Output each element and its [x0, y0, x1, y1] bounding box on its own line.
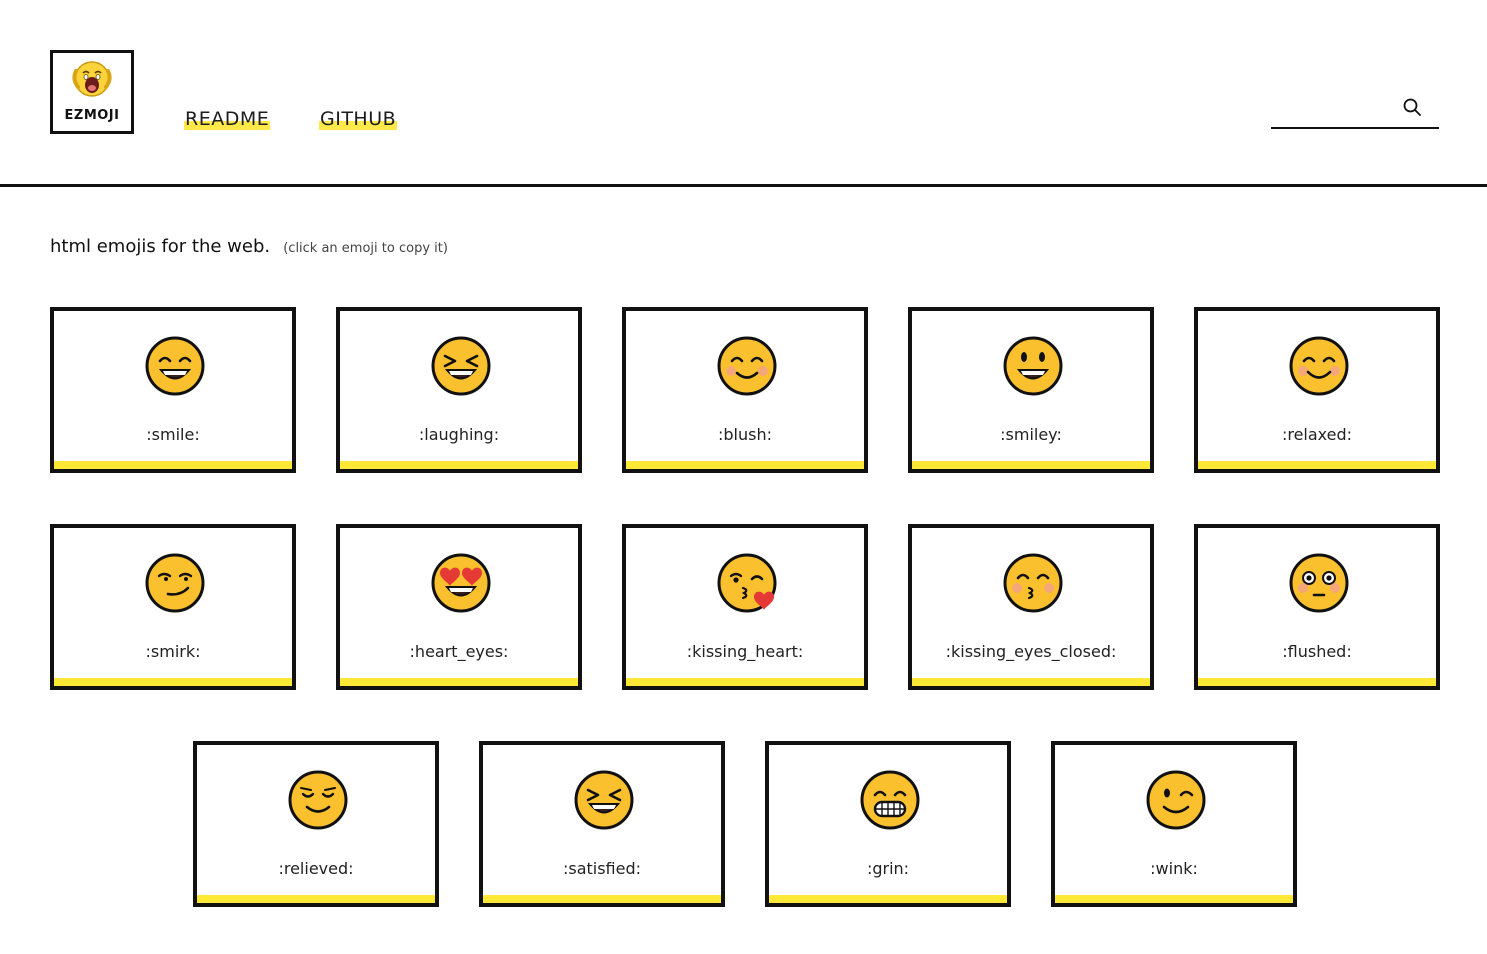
emoji-card[interactable]: :flushed: [1194, 524, 1440, 690]
satisfied-icon [574, 770, 634, 830]
emoji-card[interactable]: :smile: [50, 307, 296, 473]
emoji-card[interactable]: :laughing: [336, 307, 582, 473]
blush-icon [717, 336, 777, 396]
emoji-label: :kissing_heart: [686, 642, 804, 661]
relaxed-icon [1289, 336, 1349, 396]
emoji-grid: :smile: :laughing: :blush: :smiley: :relaxed… [0, 0, 1487, 954]
emoji-card[interactable]: :kissing_heart: [622, 524, 868, 690]
emoji-label: :smiley: [1000, 425, 1062, 444]
emoji-label: :wink: [1150, 859, 1198, 878]
laughing-icon [431, 336, 491, 396]
emoji-label: :smile: [146, 425, 200, 444]
emoji-label: :smirk: [145, 642, 201, 661]
emoji-card[interactable]: :heart_eyes: [336, 524, 582, 690]
emoji-label: :laughing: [418, 425, 500, 444]
heart-eyes-icon [431, 553, 491, 613]
grin-icon [860, 770, 920, 830]
wink-icon [1146, 770, 1206, 830]
emoji-label: :relaxed: [1281, 425, 1353, 444]
relieved-icon [288, 770, 348, 830]
smirk-icon [145, 553, 205, 613]
emoji-label: :satisfied: [562, 859, 642, 878]
emoji-label: :blush: [718, 425, 772, 444]
emoji-label: :kissing_eyes_closed: [945, 642, 1117, 661]
emoji-card[interactable]: :smiley: [908, 307, 1154, 473]
flushed-icon [1289, 553, 1349, 613]
emoji-card[interactable]: :satisfied: [479, 741, 725, 907]
emoji-card[interactable]: :smirk: [50, 524, 296, 690]
emoji-card[interactable]: :relaxed: [1194, 307, 1440, 473]
smile-icon [145, 336, 205, 396]
kissing-eyes-closed-icon [1003, 553, 1063, 613]
emoji-card[interactable]: :relieved: [193, 741, 439, 907]
kissing-heart-icon [717, 553, 777, 613]
emoji-card[interactable]: :kissing_eyes_closed: [908, 524, 1154, 690]
emoji-label: :flushed: [1282, 642, 1352, 661]
emoji-label: :grin: [866, 859, 910, 878]
smiley-icon [1003, 336, 1063, 396]
emoji-card[interactable]: :wink: [1051, 741, 1297, 907]
emoji-card[interactable]: :grin: [765, 741, 1011, 907]
emoji-label: :relieved: [278, 859, 354, 878]
emoji-label: :heart_eyes: [409, 642, 509, 661]
emoji-card[interactable]: :blush: [622, 307, 868, 473]
